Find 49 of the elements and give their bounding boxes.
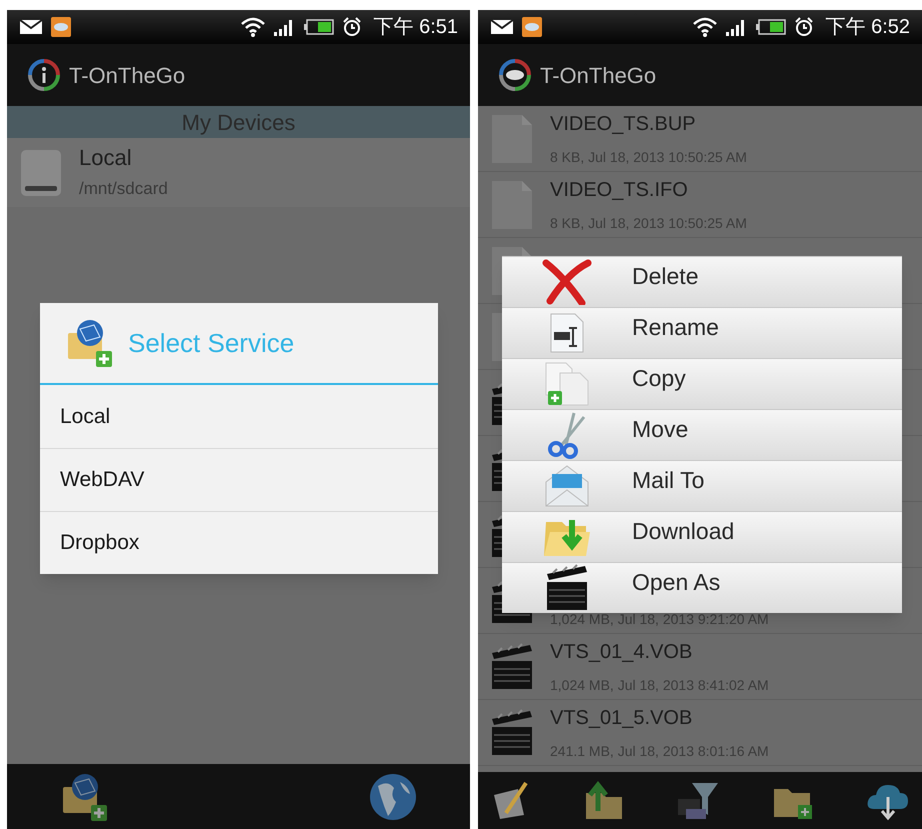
mail-icon	[490, 19, 514, 35]
file-name: VTS_01_4.VOB	[550, 640, 694, 665]
wifi-icon	[692, 17, 718, 37]
app-title: T-OnTheGo	[540, 62, 656, 90]
menu-item[interactable]: Rename	[502, 307, 902, 358]
status-time: 下午 6:51	[374, 15, 458, 40]
menu-item[interactable]: Open As	[502, 562, 902, 613]
device-name: Local	[79, 144, 133, 172]
dialog-title: Select Service	[128, 326, 294, 360]
file-name: VIDEO_TS.IFO	[550, 178, 689, 203]
globe-button[interactable]	[368, 772, 418, 822]
file-name: VIDEO_TS.BUP	[550, 112, 697, 137]
app-notification-icon	[522, 17, 542, 37]
app-logo-icon	[27, 58, 61, 92]
service-option[interactable]: Local	[40, 385, 438, 448]
upload-button[interactable]	[584, 780, 624, 820]
clapperboard-icon	[545, 564, 589, 612]
app-title: T-OnTheGo	[69, 62, 186, 90]
menu-item[interactable]: Mail To	[502, 460, 902, 511]
file-name: VTS_01_5.VOB	[550, 706, 694, 731]
mail-icon	[19, 19, 43, 35]
menu-item[interactable]: Delete	[502, 256, 902, 307]
battery-icon	[304, 19, 334, 35]
menu-item[interactable]: Move	[502, 409, 902, 460]
service-option[interactable]: Dropbox	[40, 511, 438, 574]
scissors-icon	[546, 411, 588, 459]
blank-file-icon	[490, 112, 534, 164]
alarm-clock-icon	[794, 17, 814, 37]
envelope-icon	[544, 464, 590, 508]
rename-file-icon	[549, 312, 585, 354]
folder-up-arrow-icon	[584, 780, 624, 820]
status-time: 下午 6:52	[826, 15, 910, 40]
battery-icon	[756, 19, 786, 35]
app-logo-icon	[498, 58, 532, 92]
video-file-icon	[490, 642, 534, 690]
video-file-icon	[490, 708, 534, 756]
alarm-clock-icon	[342, 17, 362, 37]
funnel-icon	[676, 780, 720, 820]
cross-mark-icon	[542, 259, 592, 305]
globe-icon	[368, 772, 418, 822]
wifi-icon	[240, 17, 266, 37]
drive-icon	[19, 148, 63, 198]
copy-files-icon	[544, 361, 590, 407]
blank-file-icon	[490, 178, 534, 230]
menu-item[interactable]: Download	[502, 511, 902, 562]
app-notification-icon	[51, 17, 71, 37]
menu-item[interactable]: Copy	[502, 358, 902, 409]
service-option[interactable]: WebDAV	[40, 448, 438, 511]
filter-button[interactable]	[676, 780, 720, 820]
